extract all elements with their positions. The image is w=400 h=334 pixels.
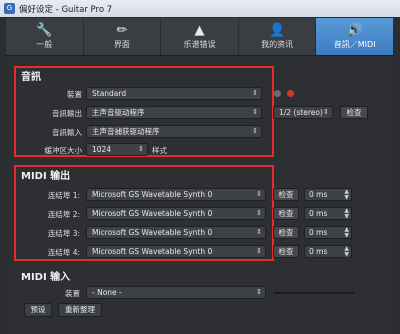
midi-input-device-select[interactable]: - None - ⇕ (86, 286, 266, 299)
midi-port-4-check-button[interactable]: 检查 (273, 245, 299, 258)
wrench-icon: 🔧 (36, 23, 53, 38)
midi-port-3-check-button[interactable]: 检查 (273, 226, 299, 239)
midi-port-4-latency[interactable]: 0 ms ▲ ▼ (304, 245, 352, 258)
stepper-arrows-icon[interactable]: ▲ ▼ (344, 246, 349, 258)
latency-value: 0 ms (309, 228, 328, 237)
audio-output-label: 音訊輸出 (52, 109, 82, 118)
tab-audio-midi[interactable]: 🔊 音訊／MIDI (316, 18, 394, 55)
tab-label: 乐谱错误 (183, 40, 216, 49)
metronome-icon: ▲ (194, 23, 205, 38)
warning-red-icon (287, 90, 294, 97)
buffer-size-value: 1024 (92, 145, 112, 154)
midi-port-2-select[interactable]: Microsoft GS Wavetable Synth 0 ⇕ (86, 207, 266, 220)
tab-interface[interactable]: ✏ 界面 (84, 18, 162, 55)
audio-output-value: 主声音驱动程序 (92, 108, 145, 117)
tab-label: 音訊／MIDI (333, 40, 376, 49)
window-titlebar: G 偏好设定 - Guitar Pro 7 (0, 0, 400, 17)
audio-output-select[interactable]: 主声音驱动程序 ⇕ (86, 106, 262, 119)
audio-section-title: 音訊 (21, 72, 41, 83)
midi-port-4-select[interactable]: Microsoft GS Wavetable Synth 0 ⇕ (86, 245, 266, 258)
audio-input-value: 主声音捕获驱动程序 (92, 127, 160, 136)
window-title: 偏好设定 - Guitar Pro 7 (19, 4, 113, 15)
audio-device-select[interactable]: Standard ⇕ (86, 87, 262, 100)
samples-label: 样式 (152, 146, 167, 155)
midi-input-level-slider[interactable] (274, 292, 354, 294)
user-icon: 👤 (268, 23, 286, 38)
reset-button[interactable]: 重新整理 (58, 303, 102, 317)
midi-port-device: Microsoft GS Wavetable Synth 0 (92, 247, 213, 256)
midi-port-1-latency[interactable]: 0 ms ▲ ▼ (304, 188, 352, 201)
midi-input-device-label: 装置 (65, 289, 80, 298)
midi-input-device-value: - None - (92, 288, 122, 297)
output-channels-select[interactable]: 1/2 (stereo) ⇕ (273, 106, 333, 119)
stepper-arrows-icon[interactable]: ▲ ▼ (344, 208, 349, 220)
latency-value: 0 ms (309, 247, 328, 256)
midi-port-2-check-button[interactable]: 检查 (273, 207, 299, 220)
midi-port-label: 连结埠 2: (47, 210, 80, 219)
midi-port-3-latency[interactable]: 0 ms ▲ ▼ (304, 226, 352, 239)
midi-port-device: Microsoft GS Wavetable Synth 0 (92, 190, 213, 199)
stepper-arrows-icon[interactable]: ▲ ▼ (344, 227, 349, 239)
chevron-updown-icon: ⇕ (256, 247, 262, 255)
chevron-updown-icon: ⇕ (252, 89, 258, 97)
midi-port-device: Microsoft GS Wavetable Synth 0 (92, 209, 213, 218)
midi-input-section-title: MIDI 输入 (21, 272, 71, 283)
midi-port-1-check-button[interactable]: 检查 (273, 188, 299, 201)
tab-label: 一般 (36, 40, 53, 49)
chevron-updown-icon: ⇕ (252, 127, 258, 135)
audio-input-select[interactable]: 主声音捕获驱动程序 ⇕ (86, 125, 262, 138)
chevron-updown-icon: ⇕ (323, 108, 329, 116)
chevron-updown-icon: ⇕ (256, 190, 262, 198)
guitar-pro-app-icon: G (4, 3, 15, 14)
stepper-arrows-icon[interactable]: ▲ ▼ (344, 189, 349, 201)
tab-general[interactable]: 🔧 一般 (6, 18, 84, 55)
preferences-tabbar: 🔧 一般 ✏ 界面 ▲ 乐谱错误 👤 我的资讯 🔊 音訊／MIDI (6, 18, 394, 56)
audio-check-button[interactable]: 检查 (340, 106, 368, 119)
chevron-updown-icon: ⇕ (252, 108, 258, 116)
chevron-updown-icon: ⇕ (138, 145, 144, 153)
chevron-updown-icon: ⇕ (256, 209, 262, 217)
audio-input-label: 音訊輸入 (52, 128, 82, 137)
chevron-updown-icon: ⇕ (256, 288, 262, 296)
latency-value: 0 ms (309, 209, 328, 218)
defaults-button[interactable]: 预设 (24, 303, 52, 317)
audio-midi-panel: 音訊 裝置 Standard ⇕ 音訊輸出 主声音驱动程序 ⇕ 1/2 (ste… (6, 57, 394, 334)
tab-label: 界面 (113, 40, 130, 49)
tab-my-info[interactable]: 👤 我的资讯 (239, 18, 317, 55)
device-label: 裝置 (67, 90, 82, 99)
speaker-icon: 🔊 (346, 23, 363, 38)
midi-port-2-latency[interactable]: 0 ms ▲ ▼ (304, 207, 352, 220)
audio-device-value: Standard (92, 89, 127, 98)
chevron-updown-icon: ⇕ (256, 228, 262, 236)
midi-port-label: 连结埠 1: (47, 191, 80, 200)
midi-port-3-select[interactable]: Microsoft GS Wavetable Synth 0 ⇕ (86, 226, 266, 239)
midi-port-label: 连结埠 3: (47, 229, 80, 238)
buffer-size-select[interactable]: 1024 ⇕ (86, 143, 148, 156)
output-channels-value: 1/2 (stereo) (279, 108, 323, 117)
status-gray-icon (274, 90, 281, 97)
palette-icon: ✏ (116, 23, 128, 38)
midi-port-device: Microsoft GS Wavetable Synth 0 (92, 228, 213, 237)
latency-value: 0 ms (309, 190, 328, 199)
tab-score-errors[interactable]: ▲ 乐谱错误 (161, 18, 239, 55)
buffer-size-label: 缓冲区大小 (44, 146, 83, 155)
midi-output-section-title: MIDI 输出 (21, 171, 71, 182)
midi-port-1-select[interactable]: Microsoft GS Wavetable Synth 0 ⇕ (86, 188, 266, 201)
midi-port-label: 连结埠 4: (47, 248, 80, 257)
tab-label: 我的资讯 (261, 40, 294, 49)
